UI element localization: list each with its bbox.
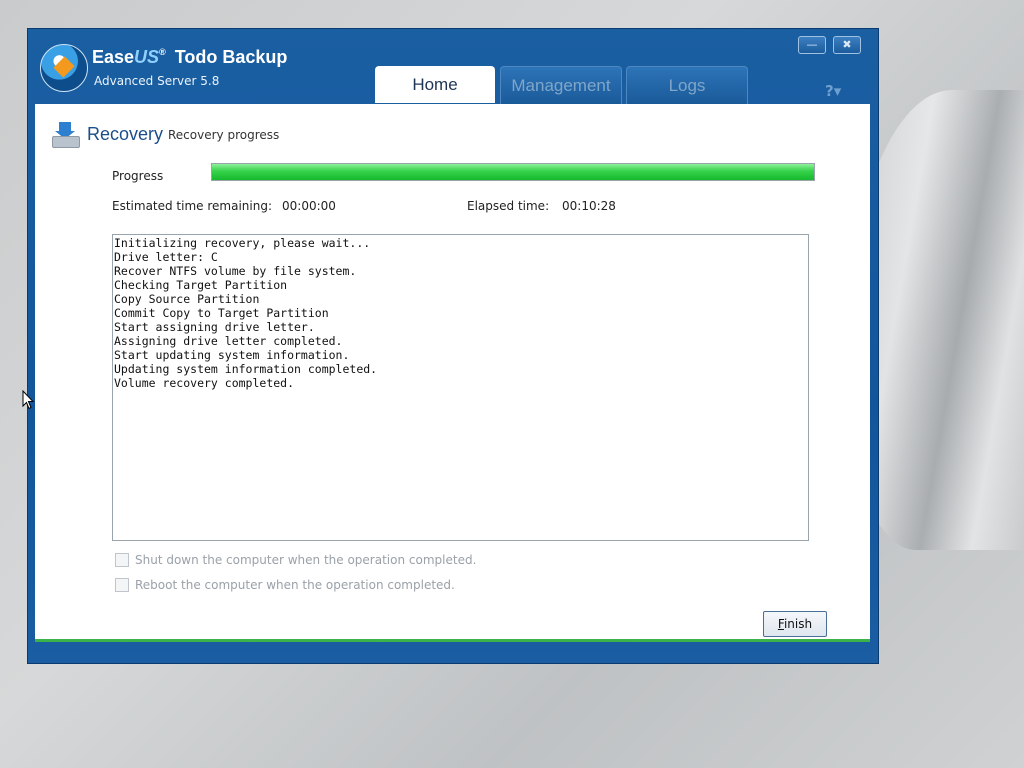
- mouse-cursor-icon: [22, 389, 35, 414]
- shutdown-label: Shut down the computer when the operatio…: [135, 553, 477, 567]
- log-line: Assigning drive letter completed.: [114, 334, 343, 348]
- reboot-checkbox[interactable]: [115, 578, 129, 592]
- reboot-label: Reboot the computer when the operation c…: [135, 578, 455, 592]
- minimize-button[interactable]: —: [798, 36, 826, 54]
- log-line: Drive letter: C: [114, 250, 218, 264]
- log-line: Recover NTFS volume by file system.: [114, 264, 357, 278]
- progress-bar-fill: [212, 164, 814, 180]
- progress-label: Progress: [112, 169, 164, 183]
- log-line: Initializing recovery, please wait...: [114, 236, 371, 250]
- estimated-time-value: 00:00:00: [282, 199, 336, 213]
- app-brand: EaseUS® Todo Backup: [92, 47, 287, 68]
- log-line: Start updating system information.: [114, 348, 350, 362]
- page-title: Recovery: [87, 124, 164, 144]
- tab-logs[interactable]: Logs: [626, 66, 748, 104]
- recovery-panel: Recovery Recovery progress Progress Esti…: [35, 104, 870, 642]
- finish-label: inish: [783, 617, 813, 631]
- easeus-logo-icon: [40, 44, 88, 92]
- recovery-icon: [52, 122, 80, 148]
- progress-bar: [211, 163, 815, 181]
- log-line: Start assigning drive letter.: [114, 320, 315, 334]
- log-line: Updating system information completed.: [114, 362, 378, 376]
- log-line: Copy Source Partition: [114, 292, 260, 306]
- recovery-log[interactable]: Initializing recovery, please wait... Dri…: [112, 234, 809, 541]
- app-edition: Advanced Server 5.8: [94, 74, 220, 88]
- tab-management[interactable]: Management: [500, 66, 622, 104]
- close-button[interactable]: ✖: [833, 36, 861, 54]
- estimated-time-label: Estimated time remaining:: [112, 199, 272, 213]
- page-subtitle: Recovery progress: [168, 128, 280, 142]
- log-line: Volume recovery completed.: [114, 376, 295, 390]
- brand-product: Todo Backup: [174, 47, 288, 67]
- brand-us: US: [134, 47, 160, 67]
- help-icon[interactable]: ?▾: [825, 82, 841, 100]
- finish-button[interactable]: Finish: [763, 611, 827, 637]
- shutdown-checkbox[interactable]: [115, 553, 129, 567]
- log-line: Checking Target Partition: [114, 278, 288, 292]
- brand-ease: Ease: [92, 47, 135, 67]
- elapsed-time-label: Elapsed time:: [467, 199, 550, 213]
- tab-home[interactable]: Home: [375, 66, 495, 103]
- easeus-window: EaseUS® Todo Backup Advanced Server 5.8 …: [28, 29, 878, 663]
- elapsed-time-value: 00:10:28: [562, 199, 616, 213]
- log-line: Commit Copy to Target Partition: [114, 306, 329, 320]
- brand-registered: ®: [159, 47, 166, 57]
